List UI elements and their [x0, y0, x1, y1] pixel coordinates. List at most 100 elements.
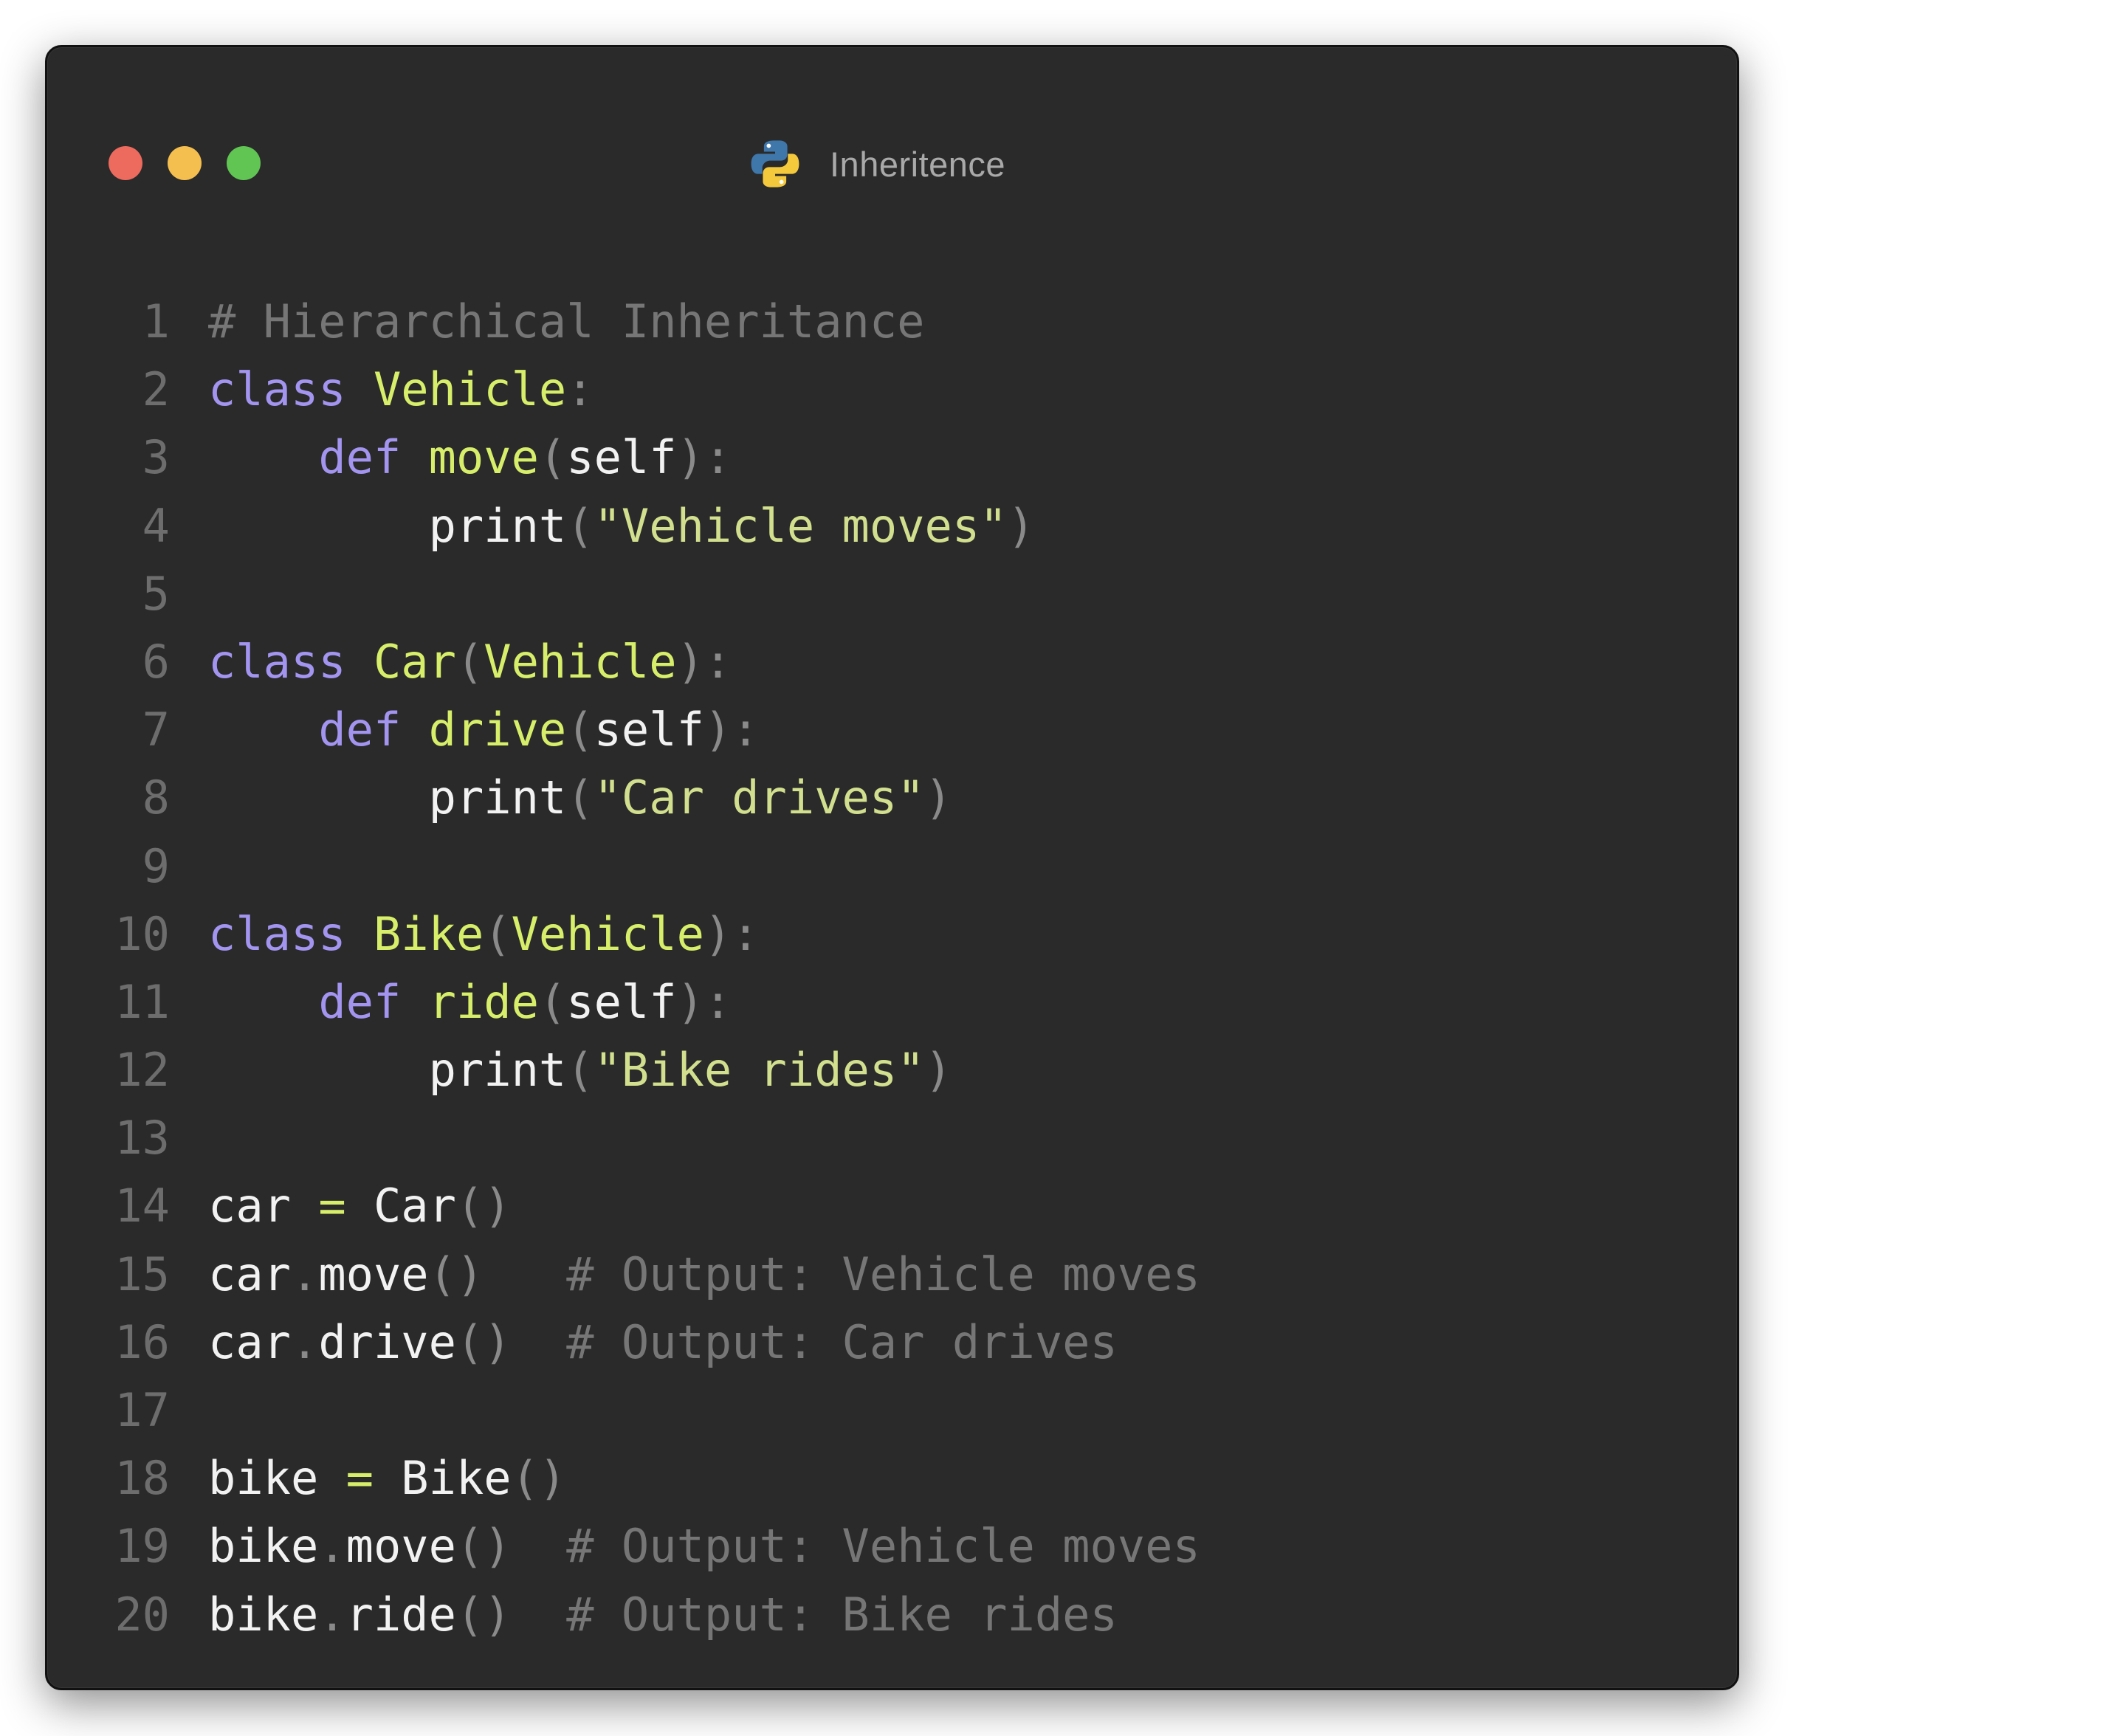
- title-bar: Inheritence: [47, 47, 1737, 195]
- code-text: class Bike(Vehicle):: [208, 900, 760, 968]
- code-token: print: [208, 771, 567, 825]
- code-token: drive: [428, 703, 567, 757]
- code-text: bike.ride() # Output: Bike rides: [208, 1581, 1118, 1649]
- code-token: def: [318, 430, 402, 485]
- code-token: car: [208, 1179, 319, 1233]
- code-token: Bike: [373, 1451, 512, 1506]
- line-number: 9: [142, 838, 170, 893]
- line-number: 3: [142, 430, 170, 485]
- code-text: bike.move() # Output: Vehicle moves: [208, 1512, 1200, 1580]
- code-token: =: [345, 1451, 374, 1506]
- code-token: print: [208, 1043, 567, 1098]
- code-token: ride: [428, 974, 539, 1029]
- code-token: Vehicle: [484, 634, 677, 689]
- code-token: # Hierarchical Inheritance: [208, 294, 925, 348]
- line-number: 17: [114, 1383, 170, 1437]
- code-token: Car: [345, 1179, 456, 1233]
- window-title: Inheritence: [830, 144, 1006, 184]
- code-token: (): [455, 1315, 512, 1369]
- code-token: (): [455, 1519, 512, 1574]
- code-token: ):: [676, 974, 732, 1029]
- code-token: .: [318, 1587, 346, 1642]
- code-token: class: [208, 634, 346, 689]
- line-number: 16: [114, 1315, 170, 1369]
- line-number: 18: [114, 1451, 170, 1506]
- code-token: (): [511, 1451, 567, 1506]
- code-token: def: [318, 703, 402, 757]
- code-token: ride: [345, 1587, 456, 1642]
- code-token: # Output: Bike rides: [566, 1587, 1118, 1642]
- code-token: bike: [208, 1587, 319, 1642]
- code-token: .: [318, 1519, 346, 1574]
- code-text: print("Car drives"): [208, 764, 952, 832]
- line-number: 13: [114, 1111, 170, 1165]
- minimize-window-button[interactable]: [168, 146, 202, 180]
- code-token: ): [924, 1043, 952, 1098]
- code-token: Vehicle: [373, 362, 567, 417]
- code-token: move: [318, 1247, 429, 1301]
- code-token: =: [318, 1179, 346, 1233]
- code-text: class Vehicle:: [208, 356, 594, 424]
- code-token: ): [1007, 498, 1035, 553]
- code-token: bike: [208, 1519, 319, 1574]
- close-window-button[interactable]: [109, 146, 142, 180]
- code-token: class: [208, 362, 346, 417]
- code-token: car: [208, 1315, 291, 1369]
- line-number: 11: [114, 974, 170, 1029]
- code-window: Inheritence 1 # Hierarchical Inheritance 2…: [45, 45, 1739, 1690]
- code-token: "Bike rides": [594, 1043, 925, 1098]
- line-number: 14: [114, 1179, 170, 1233]
- code-token: bike: [208, 1451, 346, 1506]
- code-token: self: [566, 430, 677, 485]
- code-token: # Output: Car drives: [566, 1315, 1118, 1369]
- code-token: car: [208, 1247, 291, 1301]
- line-number: 12: [114, 1043, 170, 1098]
- code-token: Car: [373, 634, 456, 689]
- code-text: print("Vehicle moves"): [208, 492, 1035, 560]
- line-number: 8: [142, 771, 170, 825]
- code-token: ):: [676, 634, 732, 689]
- code-token: (: [455, 634, 484, 689]
- code-token: Vehicle: [511, 906, 704, 961]
- code-token: (: [566, 1043, 594, 1098]
- code-text: car.move() # Output: Vehicle moves: [208, 1241, 1200, 1309]
- maximize-window-button[interactable]: [227, 146, 261, 180]
- code-token: (): [455, 1587, 512, 1642]
- code-token: :: [566, 362, 594, 417]
- code-token: def: [318, 974, 402, 1029]
- code-text: bike = Bike(): [208, 1444, 566, 1512]
- line-number: 20: [114, 1587, 170, 1642]
- code-token: # Output: Vehicle moves: [566, 1247, 1200, 1301]
- line-number: 15: [114, 1247, 170, 1301]
- code-token: "Vehicle moves": [594, 498, 1008, 553]
- code-text: class Car(Vehicle):: [208, 628, 732, 696]
- code-token: (: [566, 771, 594, 825]
- code-token: .: [290, 1315, 319, 1369]
- code-token: .: [290, 1247, 319, 1301]
- code-text: # Hierarchical Inheritance: [208, 288, 925, 356]
- code-token: self: [594, 703, 704, 757]
- code-text: car = Car(): [208, 1172, 512, 1240]
- line-number: 19: [114, 1519, 170, 1574]
- code-token: (: [484, 906, 512, 961]
- code-text: def move(self):: [208, 424, 732, 492]
- line-number: 4: [142, 498, 170, 553]
- code-text: def drive(self):: [208, 696, 760, 764]
- code-text: def ride(self):: [208, 968, 732, 1036]
- line-number: 7: [142, 703, 170, 757]
- code-token: (: [566, 703, 594, 757]
- window-title-group: Inheritence: [749, 137, 1005, 190]
- code-token: (: [538, 430, 567, 485]
- python-logo-icon: [751, 140, 799, 187]
- code-token: # Output: Vehicle moves: [566, 1519, 1200, 1574]
- code-token: ):: [703, 703, 760, 757]
- code-token: (): [428, 1247, 484, 1301]
